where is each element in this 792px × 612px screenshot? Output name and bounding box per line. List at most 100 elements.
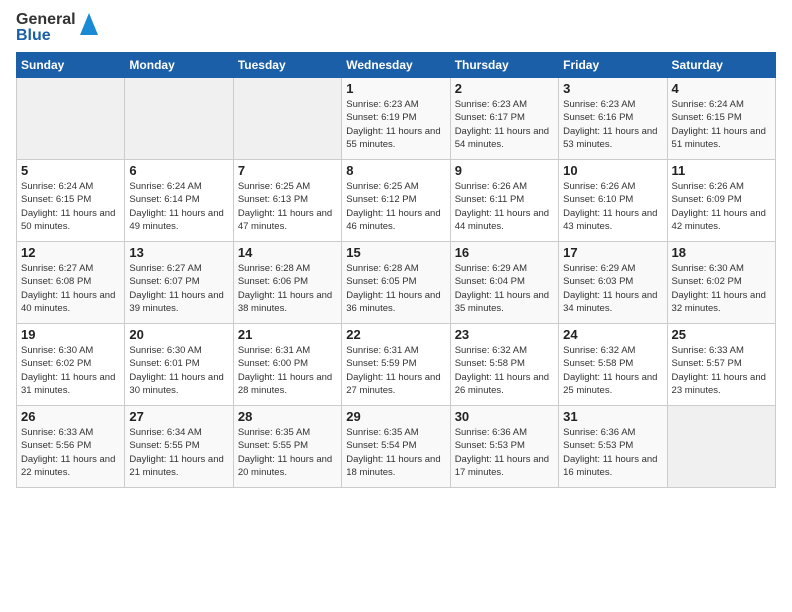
day-info: Sunrise: 6:35 AMSunset: 5:54 PMDaylight:… bbox=[346, 426, 445, 479]
calendar-cell: 21Sunrise: 6:31 AMSunset: 6:00 PMDayligh… bbox=[233, 324, 341, 406]
weekday-header-monday: Monday bbox=[125, 53, 233, 78]
day-info: Sunrise: 6:25 AMSunset: 6:12 PMDaylight:… bbox=[346, 180, 445, 233]
day-number: 16 bbox=[455, 245, 554, 260]
calendar-cell bbox=[125, 78, 233, 160]
day-info: Sunrise: 6:23 AMSunset: 6:16 PMDaylight:… bbox=[563, 98, 662, 151]
week-row-3: 12 Sunrise: 6:27 AMSunset: 6:08 PMDayligh… bbox=[17, 242, 776, 324]
calendar-cell bbox=[667, 406, 775, 488]
calendar-cell: 14Sunrise: 6:28 AMSunset: 6:06 PMDayligh… bbox=[233, 242, 341, 324]
calendar-cell: 10Sunrise: 6:26 AMSunset: 6:10 PMDayligh… bbox=[559, 160, 667, 242]
day-number: 12 bbox=[21, 245, 120, 260]
day-number: 17 bbox=[563, 245, 662, 260]
day-info: Sunrise: 6:36 AMSunset: 5:53 PMDaylight:… bbox=[563, 426, 662, 479]
calendar-cell: 27Sunrise: 6:34 AMSunset: 5:55 PMDayligh… bbox=[125, 406, 233, 488]
calendar-cell: 31 Sunrise: 6:36 AMSunset: 5:53 PMDayligh… bbox=[559, 406, 667, 488]
day-number: 24 bbox=[563, 327, 662, 342]
day-info: Sunrise: 6:31 AMSunset: 6:00 PMDaylight:… bbox=[238, 344, 337, 397]
logo-general: General bbox=[16, 12, 76, 28]
calendar-cell bbox=[17, 78, 125, 160]
calendar-cell: 13 Sunrise: 6:27 AMSunset: 6:07 PMDayligh… bbox=[125, 242, 233, 324]
calendar-cell: 12 Sunrise: 6:27 AMSunset: 6:08 PMDayligh… bbox=[17, 242, 125, 324]
calendar-cell: 2Sunrise: 6:23 AMSunset: 6:17 PMDaylight… bbox=[450, 78, 558, 160]
calendar-table: SundayMondayTuesdayWednesdayThursdayFrid… bbox=[16, 52, 776, 488]
day-number: 5 bbox=[21, 163, 120, 178]
day-number: 26 bbox=[21, 409, 120, 424]
calendar-cell: 18Sunrise: 6:30 AMSunset: 6:02 PMDayligh… bbox=[667, 242, 775, 324]
day-number: 18 bbox=[672, 245, 771, 260]
day-number: 8 bbox=[346, 163, 445, 178]
calendar-cell: 4Sunrise: 6:24 AMSunset: 6:15 PMDaylight… bbox=[667, 78, 775, 160]
day-number: 3 bbox=[563, 81, 662, 96]
day-info: Sunrise: 6:23 AMSunset: 6:19 PMDaylight:… bbox=[346, 98, 445, 151]
header: General Blue bbox=[16, 12, 776, 44]
week-row-5: 26 Sunrise: 6:33 AMSunset: 5:56 PMDayligh… bbox=[17, 406, 776, 488]
day-info: Sunrise: 6:24 AMSunset: 6:15 PMDaylight:… bbox=[21, 180, 120, 233]
day-info: Sunrise: 6:28 AMSunset: 6:05 PMDaylight:… bbox=[346, 262, 445, 315]
weekday-header-sunday: Sunday bbox=[17, 53, 125, 78]
day-info: Sunrise: 6:36 AMSunset: 5:53 PMDaylight:… bbox=[455, 426, 554, 479]
calendar-cell: 8 Sunrise: 6:25 AMSunset: 6:12 PMDaylight… bbox=[342, 160, 450, 242]
calendar-cell: 19Sunrise: 6:30 AMSunset: 6:02 PMDayligh… bbox=[17, 324, 125, 406]
calendar-cell: 9 Sunrise: 6:26 AMSunset: 6:11 PMDaylight… bbox=[450, 160, 558, 242]
day-info: Sunrise: 6:26 AMSunset: 6:10 PMDaylight:… bbox=[563, 180, 662, 233]
weekday-header-wednesday: Wednesday bbox=[342, 53, 450, 78]
calendar-cell: 25Sunrise: 6:33 AMSunset: 5:57 PMDayligh… bbox=[667, 324, 775, 406]
day-number: 22 bbox=[346, 327, 445, 342]
day-number: 13 bbox=[129, 245, 228, 260]
calendar-container: General Blue SundayMondayTuesdayWednesda… bbox=[0, 0, 792, 496]
day-number: 7 bbox=[238, 163, 337, 178]
calendar-cell: 7 Sunrise: 6:25 AMSunset: 6:13 PMDaylight… bbox=[233, 160, 341, 242]
calendar-cell: 30 Sunrise: 6:36 AMSunset: 5:53 PMDayligh… bbox=[450, 406, 558, 488]
calendar-cell: 24 Sunrise: 6:32 AMSunset: 5:58 PMDayligh… bbox=[559, 324, 667, 406]
day-info: Sunrise: 6:30 AMSunset: 6:02 PMDaylight:… bbox=[21, 344, 120, 397]
weekday-header-thursday: Thursday bbox=[450, 53, 558, 78]
weekday-header-friday: Friday bbox=[559, 53, 667, 78]
day-number: 1 bbox=[346, 81, 445, 96]
week-row-4: 19Sunrise: 6:30 AMSunset: 6:02 PMDayligh… bbox=[17, 324, 776, 406]
day-number: 30 bbox=[455, 409, 554, 424]
calendar-cell: 15 Sunrise: 6:28 AMSunset: 6:05 PMDayligh… bbox=[342, 242, 450, 324]
weekday-header-tuesday: Tuesday bbox=[233, 53, 341, 78]
logo: General Blue bbox=[16, 12, 98, 44]
day-number: 15 bbox=[346, 245, 445, 260]
day-number: 29 bbox=[346, 409, 445, 424]
day-info: Sunrise: 6:25 AMSunset: 6:13 PMDaylight:… bbox=[238, 180, 337, 233]
day-info: Sunrise: 6:24 AMSunset: 6:15 PMDaylight:… bbox=[672, 98, 771, 151]
day-info: Sunrise: 6:27 AMSunset: 6:08 PMDaylight:… bbox=[21, 262, 120, 315]
day-info: Sunrise: 6:28 AMSunset: 6:06 PMDaylight:… bbox=[238, 262, 337, 315]
calendar-cell: 22 Sunrise: 6:31 AMSunset: 5:59 PMDayligh… bbox=[342, 324, 450, 406]
day-info: Sunrise: 6:31 AMSunset: 5:59 PMDaylight:… bbox=[346, 344, 445, 397]
calendar-cell: 3 Sunrise: 6:23 AMSunset: 6:16 PMDaylight… bbox=[559, 78, 667, 160]
calendar-cell: 16 Sunrise: 6:29 AMSunset: 6:04 PMDayligh… bbox=[450, 242, 558, 324]
day-number: 2 bbox=[455, 81, 554, 96]
logo-triangle-icon bbox=[80, 13, 98, 40]
calendar-cell: 29 Sunrise: 6:35 AMSunset: 5:54 PMDayligh… bbox=[342, 406, 450, 488]
weekday-header-row: SundayMondayTuesdayWednesdayThursdayFrid… bbox=[17, 53, 776, 78]
day-number: 25 bbox=[672, 327, 771, 342]
day-number: 31 bbox=[563, 409, 662, 424]
logo-blue: Blue bbox=[16, 28, 76, 44]
calendar-cell: 11 Sunrise: 6:26 AMSunset: 6:09 PMDayligh… bbox=[667, 160, 775, 242]
day-info: Sunrise: 6:35 AMSunset: 5:55 PMDaylight:… bbox=[238, 426, 337, 479]
day-number: 6 bbox=[129, 163, 228, 178]
day-info: Sunrise: 6:32 AMSunset: 5:58 PMDaylight:… bbox=[563, 344, 662, 397]
calendar-cell: 28 Sunrise: 6:35 AMSunset: 5:55 PMDayligh… bbox=[233, 406, 341, 488]
day-number: 28 bbox=[238, 409, 337, 424]
calendar-cell: 23 Sunrise: 6:32 AMSunset: 5:58 PMDayligh… bbox=[450, 324, 558, 406]
day-info: Sunrise: 6:32 AMSunset: 5:58 PMDaylight:… bbox=[455, 344, 554, 397]
day-info: Sunrise: 6:34 AMSunset: 5:55 PMDaylight:… bbox=[129, 426, 228, 479]
day-number: 9 bbox=[455, 163, 554, 178]
day-info: Sunrise: 6:29 AMSunset: 6:04 PMDaylight:… bbox=[455, 262, 554, 315]
weekday-header-saturday: Saturday bbox=[667, 53, 775, 78]
calendar-cell: 20Sunrise: 6:30 AMSunset: 6:01 PMDayligh… bbox=[125, 324, 233, 406]
calendar-cell: 26 Sunrise: 6:33 AMSunset: 5:56 PMDayligh… bbox=[17, 406, 125, 488]
day-info: Sunrise: 6:29 AMSunset: 6:03 PMDaylight:… bbox=[563, 262, 662, 315]
day-info: Sunrise: 6:30 AMSunset: 6:01 PMDaylight:… bbox=[129, 344, 228, 397]
day-info: Sunrise: 6:33 AMSunset: 5:56 PMDaylight:… bbox=[21, 426, 120, 479]
calendar-cell: 6Sunrise: 6:24 AMSunset: 6:14 PMDaylight… bbox=[125, 160, 233, 242]
day-info: Sunrise: 6:26 AMSunset: 6:09 PMDaylight:… bbox=[672, 180, 771, 233]
day-info: Sunrise: 6:26 AMSunset: 6:11 PMDaylight:… bbox=[455, 180, 554, 233]
day-number: 11 bbox=[672, 163, 771, 178]
day-number: 23 bbox=[455, 327, 554, 342]
day-info: Sunrise: 6:27 AMSunset: 6:07 PMDaylight:… bbox=[129, 262, 228, 315]
